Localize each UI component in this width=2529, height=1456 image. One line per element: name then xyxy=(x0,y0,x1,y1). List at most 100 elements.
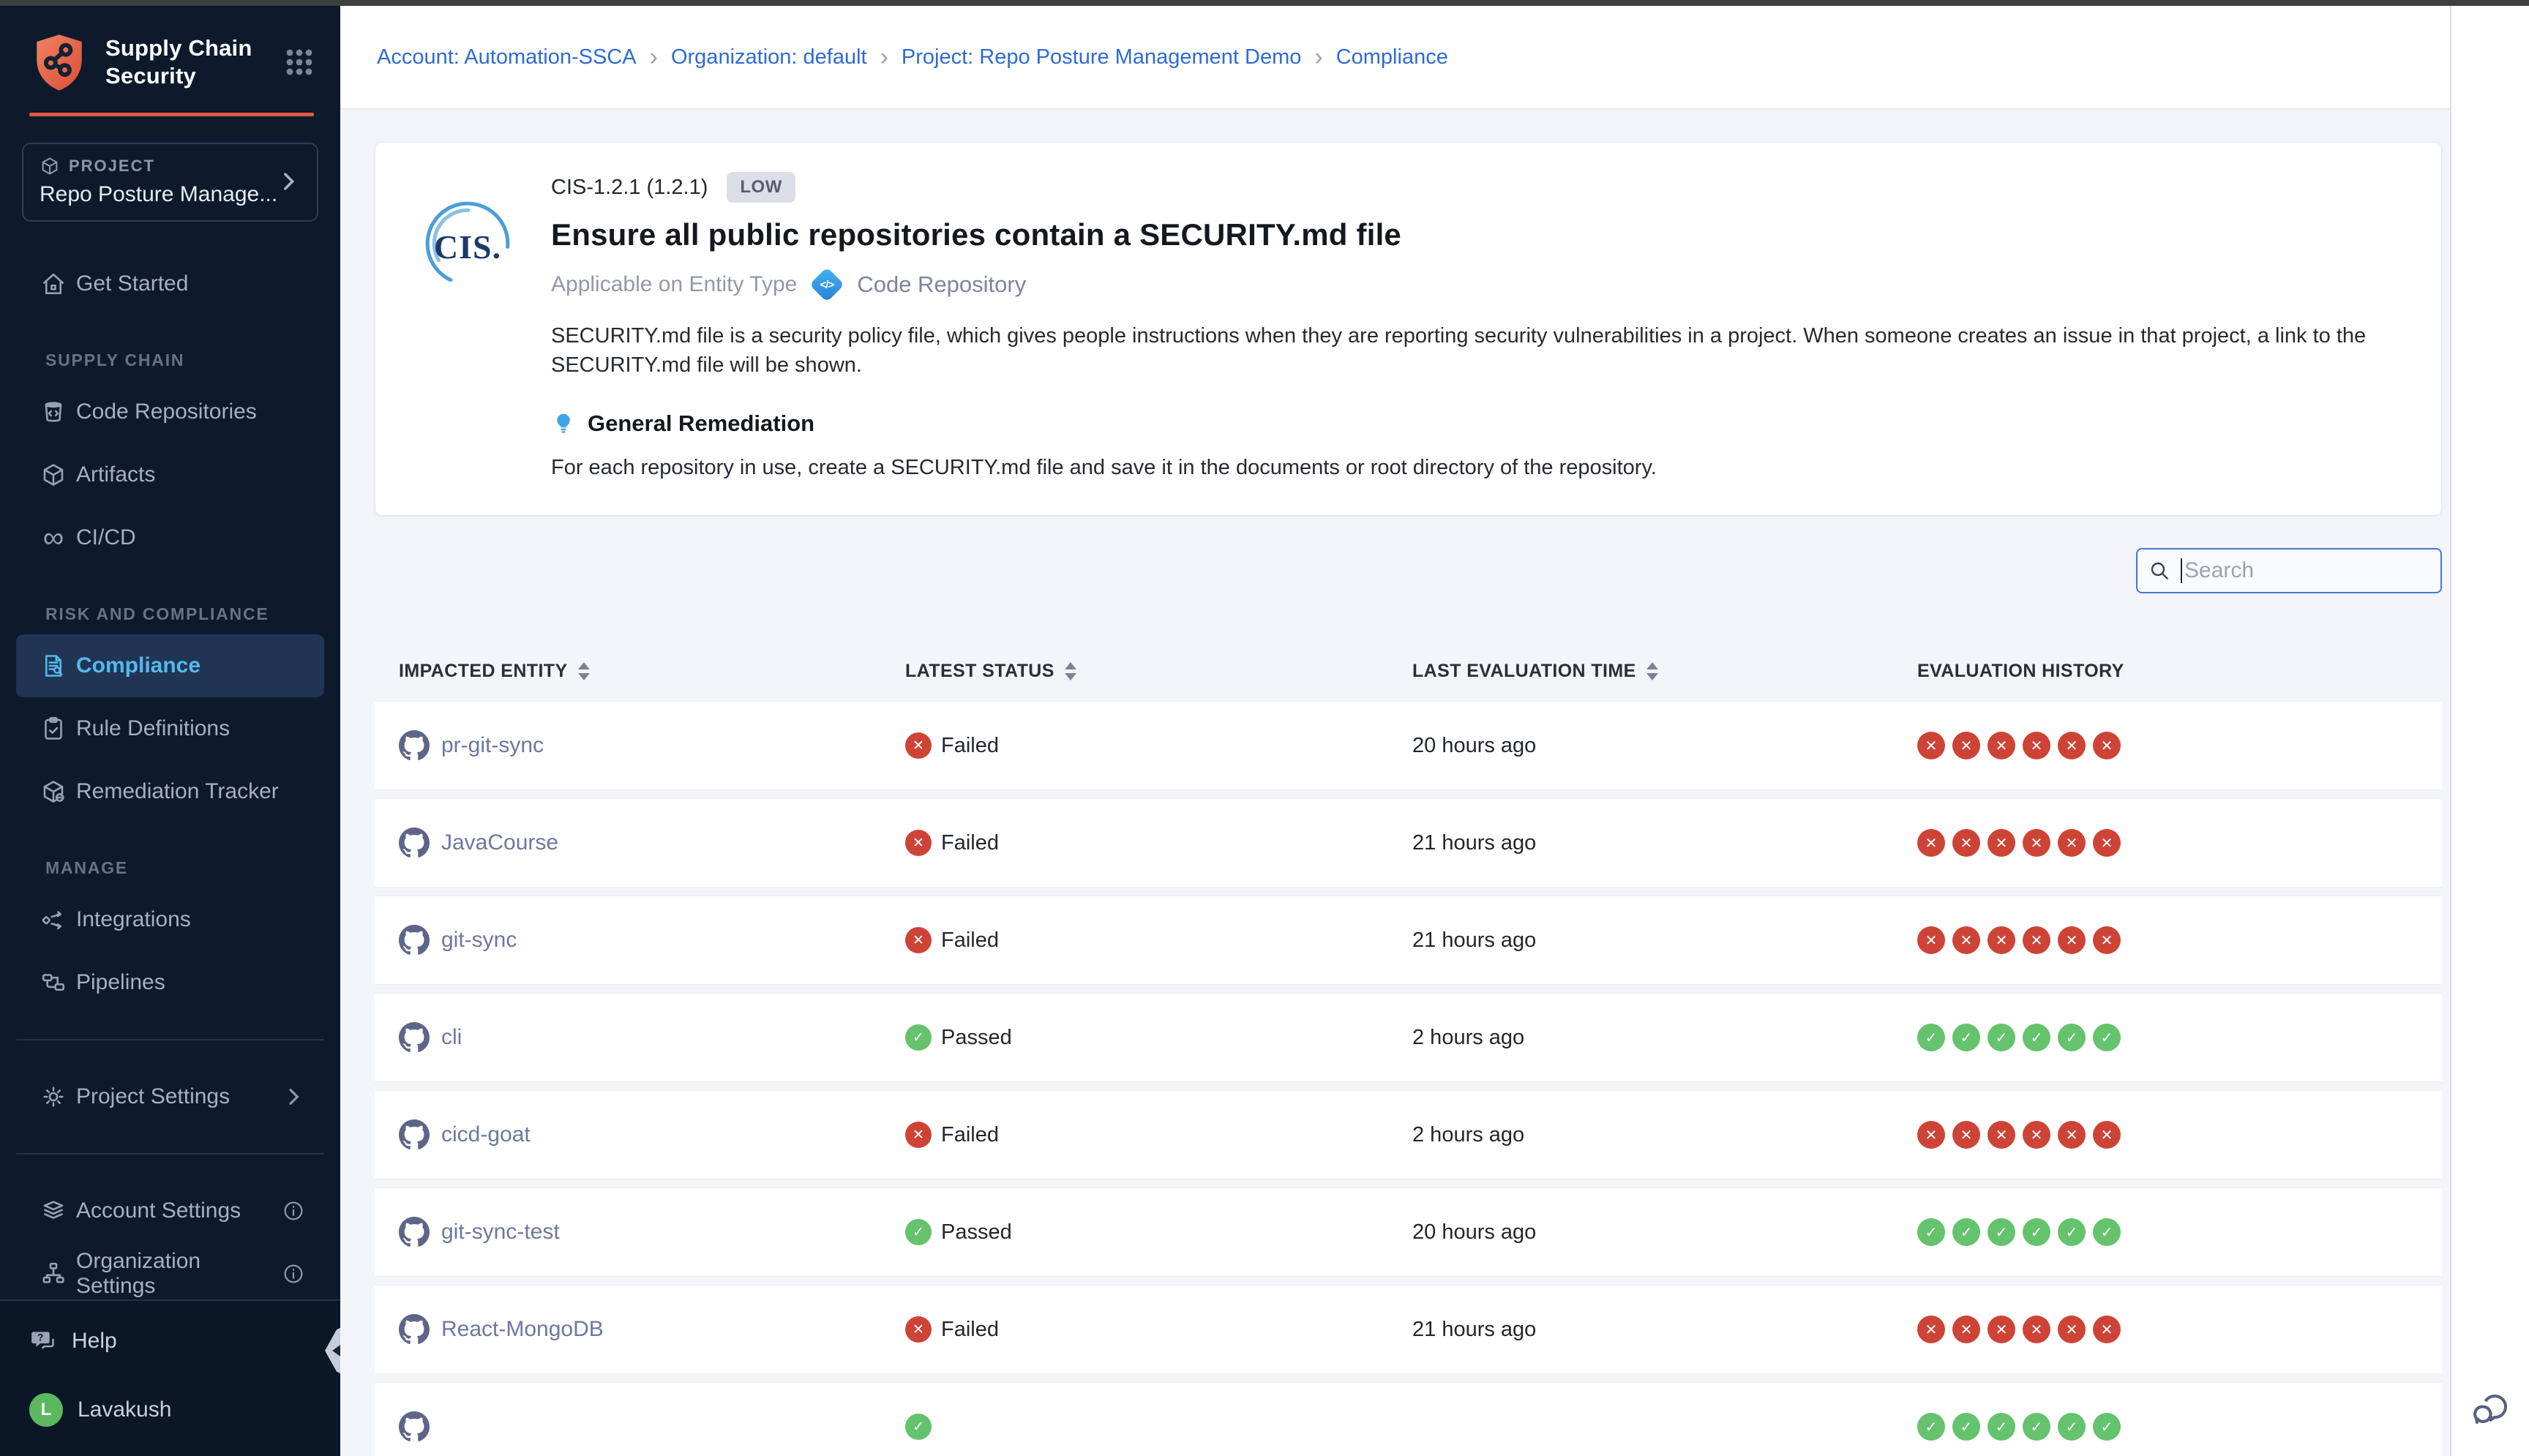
impacted-entity-cell: React-MongoDB xyxy=(399,1314,905,1345)
help-button[interactable]: ? Help xyxy=(29,1327,311,1355)
column-header-last-evaluation-time[interactable]: LAST EVALUATION TIME xyxy=(1412,661,1917,682)
sidebar-item-pipelines[interactable]: Pipelines xyxy=(16,951,324,1014)
project-name: Repo Posture Manage... xyxy=(40,182,276,207)
svg-text:?: ? xyxy=(37,1332,43,1343)
sidebar-item-project-settings[interactable]: Project Settings xyxy=(16,1065,324,1128)
column-header-label: LAST EVALUATION TIME xyxy=(1412,661,1636,682)
sort-arrows-icon[interactable] xyxy=(1646,662,1658,680)
table-row: git-sync✕Failed21 hours ago✕✕✕✕✕✕ xyxy=(375,896,2442,985)
history-failed-icon: ✕ xyxy=(1952,829,1980,857)
impacted-entity-cell: git-sync-test xyxy=(399,1217,905,1247)
entity-name-link[interactable]: git-sync xyxy=(441,928,517,953)
user-menu[interactable]: L Lavakush xyxy=(29,1393,311,1427)
search-box xyxy=(2136,548,2442,593)
entity-type-label: Code Repository xyxy=(857,271,1026,298)
github-icon xyxy=(399,730,430,761)
entity-name-link[interactable]: git-sync-test xyxy=(441,1220,560,1245)
table-row: React-MongoDB✕Failed21 hours ago✕✕✕✕✕✕ xyxy=(375,1285,2442,1374)
sidebar-divider xyxy=(16,1153,324,1155)
applicable-label: Applicable on Entity Type xyxy=(551,272,797,297)
breadcrumb-compliance[interactable]: Compliance xyxy=(1336,45,1448,70)
history-failed-icon: ✕ xyxy=(2023,732,2050,759)
latest-status-cell: ✕Failed xyxy=(905,830,1412,856)
chevron-right-icon xyxy=(276,169,301,194)
evaluation-history-cell: ✕✕✕✕✕✕ xyxy=(1917,1121,2442,1149)
failed-circle-x-icon: ✕ xyxy=(905,1316,932,1343)
entity-name-link[interactable]: pr-git-sync xyxy=(441,733,544,758)
text-caret xyxy=(2181,558,2182,583)
main-area: Account: Automation-SSCA › Organization:… xyxy=(340,6,2450,1456)
impacted-entity-cell: JavaCourse xyxy=(399,828,905,858)
sidebar: Supply Chain Security PROJECT Repo Postu… xyxy=(0,6,340,1456)
code-repositories-icon xyxy=(40,399,67,425)
sort-arrows-icon[interactable] xyxy=(1065,662,1076,680)
history-failed-icon: ✕ xyxy=(1917,1316,1945,1343)
evaluation-time: 21 hours ago xyxy=(1412,1318,1536,1341)
sidebar-item-artifacts[interactable]: Artifacts xyxy=(16,443,324,506)
history-failed-icon: ✕ xyxy=(1952,1121,1980,1149)
sidebar-item-compliance[interactable]: Compliance xyxy=(16,634,324,697)
column-header-evaluation-history: EVALUATION HISTORY xyxy=(1917,661,2442,682)
history-failed-icon: ✕ xyxy=(2023,829,2050,857)
history-failed-icon: ✕ xyxy=(2023,1316,2050,1343)
column-header-impacted-entity[interactable]: IMPACTED ENTITY xyxy=(399,661,905,682)
column-header-label: EVALUATION HISTORY xyxy=(1917,661,2124,682)
sidebar-section-manage: MANAGE xyxy=(0,858,340,878)
entity-name-link[interactable]: JavaCourse xyxy=(441,830,558,855)
evaluation-history-cell: ✕✕✕✕✕✕ xyxy=(1917,1316,2442,1343)
sidebar-item-integrations[interactable]: Integrations xyxy=(16,888,324,951)
breadcrumb-account[interactable]: Account: Automation-SSCA xyxy=(377,45,637,70)
sidebar-item-get-started[interactable]: Get Started xyxy=(16,252,324,315)
search-icon xyxy=(2148,559,2171,582)
user-name: Lavakush xyxy=(78,1397,171,1422)
impacted-entity-cell: pr-git-sync xyxy=(399,730,905,761)
evaluation-time: 2 hours ago xyxy=(1412,1123,1524,1147)
sidebar-item-rule-definitions[interactable]: Rule Definitions xyxy=(16,697,324,760)
impacted-entity-cell xyxy=(399,1411,905,1442)
table-body: pr-git-sync ✕Failed 20 hours ago ✕ ✕ ✕ ✕ ✕ ✕ Java… xyxy=(375,701,2442,1456)
github-icon xyxy=(399,828,430,858)
entity-name-link[interactable]: cicd-goat xyxy=(441,1122,531,1147)
history-failed-icon: ✕ xyxy=(1987,1316,2015,1343)
breadcrumb-organization[interactable]: Organization: default xyxy=(671,45,867,70)
sidebar-item-ci-cd[interactable]: ∞CI/CD xyxy=(16,506,324,569)
cis-logo-text: CIS. xyxy=(419,197,516,293)
column-header-latest-status[interactable]: LATEST STATUS xyxy=(905,661,1412,682)
entity-name-link[interactable]: React-MongoDB xyxy=(441,1317,604,1342)
os-top-strip xyxy=(0,0,2529,6)
history-passed-icon: ✓ xyxy=(2093,1218,2121,1246)
evaluation-history-cell: ✕✕✕✕✕✕ xyxy=(1917,732,2442,759)
sort-arrows-icon[interactable] xyxy=(578,662,590,680)
failed-circle-x-icon: ✕ xyxy=(905,830,932,856)
support-chat-icon[interactable] xyxy=(2469,1389,2511,1431)
history-failed-icon: ✕ xyxy=(2023,1121,2050,1149)
project-selector[interactable]: PROJECT Repo Posture Manage... xyxy=(22,143,318,222)
history-failed-icon: ✕ xyxy=(2093,732,2121,759)
history-failed-icon: ✕ xyxy=(2058,732,2086,759)
rule-summary-card: CIS. CIS-1.2.1 (1.2.1) LOW Ensure all pu… xyxy=(375,142,2442,516)
app-switcher-grid-icon[interactable] xyxy=(280,43,318,81)
history-failed-icon: ✕ xyxy=(2058,926,2086,954)
history-failed-icon: ✕ xyxy=(1952,1316,1980,1343)
impacted-entity-cell: cli xyxy=(399,1022,905,1053)
history-failed-icon: ✕ xyxy=(2093,1316,2121,1343)
sidebar-item-account-settings[interactable]: Account Settings xyxy=(16,1179,324,1242)
help-label: Help xyxy=(72,1329,117,1354)
cicd-infinity-icon: ∞ xyxy=(40,525,67,551)
sidebar-item-code-repositories[interactable]: Code Repositories xyxy=(16,380,324,443)
sidebar-item-remediation-tracker[interactable]: Remediation Tracker xyxy=(16,760,324,823)
evaluation-time: 2 hours ago xyxy=(1412,1026,1524,1049)
cis-logo: CIS. xyxy=(419,197,516,293)
entity-name-link[interactable]: cli xyxy=(441,1025,462,1050)
severity-badge: LOW xyxy=(727,172,795,203)
breadcrumb-separator: › xyxy=(880,47,888,68)
history-failed-icon: ✕ xyxy=(2093,1121,2121,1149)
table-row: cicd-goat✕Failed2 hours ago✕✕✕✕✕✕ xyxy=(375,1090,2442,1179)
evaluation-time: 20 hours ago xyxy=(1412,1220,1536,1244)
last-evaluation-time-cell: 20 hours ago xyxy=(1412,734,1917,758)
last-evaluation-time-cell: 21 hours ago xyxy=(1412,831,1917,855)
breadcrumb-project[interactable]: Project: Repo Posture Management Demo xyxy=(902,45,1301,70)
breadcrumb: Account: Automation-SSCA › Organization:… xyxy=(377,45,1448,70)
table-row-partial: ✓✓✓✓✓✓✓ xyxy=(375,1382,2442,1456)
sidebar-item-organization-settings[interactable]: Organization Settings xyxy=(16,1242,324,1299)
